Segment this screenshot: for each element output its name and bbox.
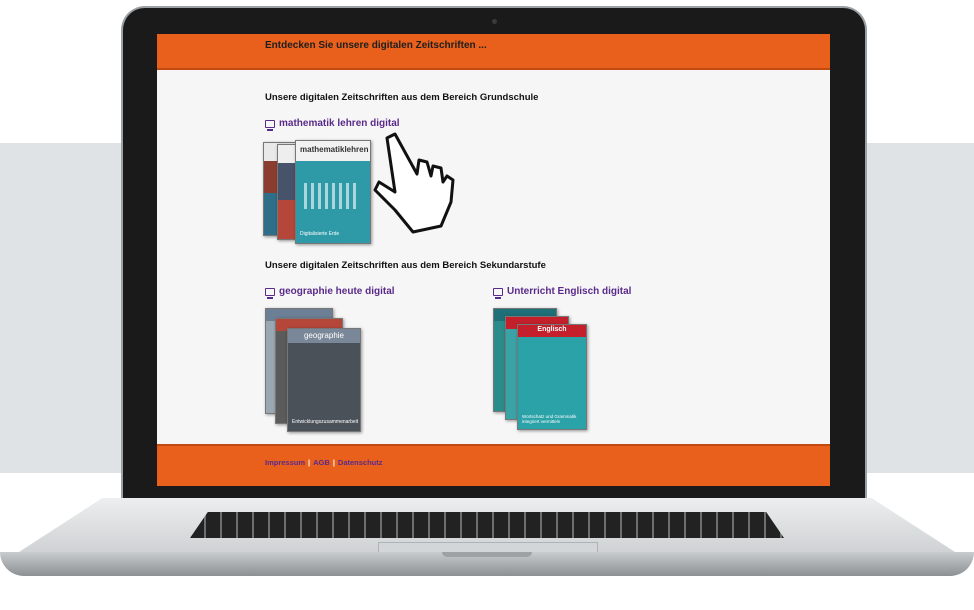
footer-links: Impressum | AGB | Datenschutz xyxy=(265,458,383,467)
cover-front: mathematiklehren Digitalisierte Erde xyxy=(295,140,371,244)
footer-link-impressum[interactable]: Impressum xyxy=(265,458,305,467)
cover-front: Englisch Wortschatz und Grammatik integr… xyxy=(517,324,587,430)
cover-subtitle: Entwicklungs­zusammenarbeit xyxy=(292,419,359,425)
footer-link-datenschutz[interactable]: Datenschutz xyxy=(338,458,383,467)
keyboard xyxy=(190,512,784,538)
cover-bar-graphic xyxy=(304,183,360,209)
unterricht-englisch-label: Unterricht Englisch digital xyxy=(507,286,632,297)
laptop-lid: Entdecken Sie unsere digitalen Zeitschri… xyxy=(123,8,865,500)
cover-subtitle: Digitalisierte Erde xyxy=(300,231,340,237)
monitor-icon xyxy=(493,287,503,299)
pointing-hand-cursor-icon xyxy=(373,132,455,234)
geographie-heute-label: geographie heute digital xyxy=(279,286,395,297)
site-header: Entdecken Sie unsere digitalen Zeitschri… xyxy=(157,34,830,70)
webcam xyxy=(492,19,497,24)
section-title-sekundarstufe: Unsere digitalen Zeitschriften aus dem B… xyxy=(265,260,546,271)
unterricht-englisch-covers[interactable]: Englisch Wortschatz und Grammatik integr… xyxy=(493,302,593,432)
cover-title: mathematiklehren xyxy=(300,145,369,154)
cover-title: geographie xyxy=(288,329,360,343)
geographie-heute-link[interactable]: geographie heute digital xyxy=(265,286,395,299)
section-title-grundschule: Unsere digitalen Zeitschriften aus dem B… xyxy=(265,92,539,103)
mathematik-lehren-covers[interactable]: mathematiklehren Digitalisierte Erde xyxy=(263,136,373,246)
cover-front: geographie Entwicklungs­zusammenarbeit xyxy=(287,328,361,432)
monitor-icon xyxy=(265,119,275,131)
footer-separator: | xyxy=(308,458,311,467)
unterricht-englisch-link[interactable]: Unterricht Englisch digital xyxy=(493,286,632,299)
footer-separator: | xyxy=(332,458,335,467)
monitor-icon xyxy=(265,287,275,299)
footer-link-agb[interactable]: AGB xyxy=(313,458,330,467)
lid-opening-notch xyxy=(442,552,532,557)
cover-subtitle: Wortschatz und Grammatik integriert verm… xyxy=(522,414,577,424)
cover-title: Englisch xyxy=(518,325,586,335)
laptop-base xyxy=(0,498,974,588)
main-content: Unsere digitalen Zeitschriften aus dem B… xyxy=(157,70,830,444)
site-footer: Impressum | AGB | Datenschutz xyxy=(157,444,830,486)
laptop-screen: Entdecken Sie unsere digitalen Zeitschri… xyxy=(157,34,830,486)
geographie-heute-covers[interactable]: geographie Entwicklungs­zusammenarbeit xyxy=(265,302,365,432)
mathematik-lehren-label: mathematik lehren digital xyxy=(279,118,400,129)
mathematik-lehren-link[interactable]: mathematik lehren digital xyxy=(265,118,400,131)
header-title: Entdecken Sie unsere digitalen Zeitschri… xyxy=(265,40,487,51)
